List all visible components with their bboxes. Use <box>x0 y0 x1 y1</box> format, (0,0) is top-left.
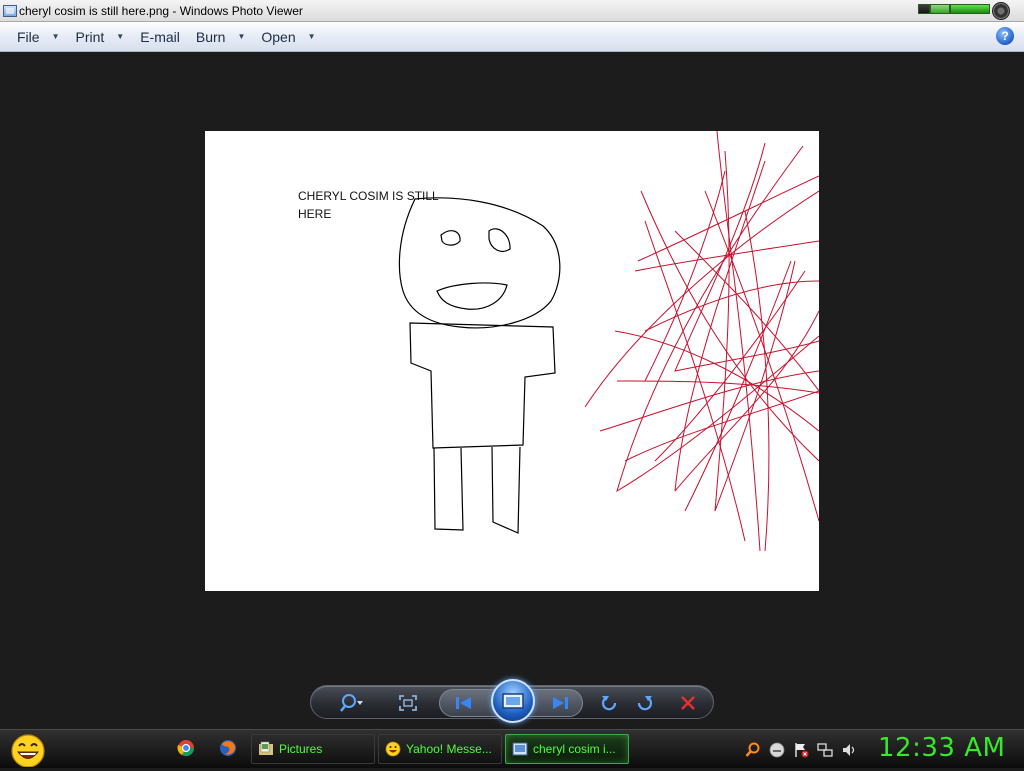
firefox-icon <box>220 740 236 756</box>
file-menu[interactable]: File ▼ <box>9 22 67 52</box>
email-menu[interactable]: E-mail <box>132 22 188 52</box>
photo-viewer-icon <box>512 742 528 756</box>
menu-bar: File ▼ Print ▼ E-mail Burn ▼ Open ▼ <box>0 22 1024 52</box>
image-caption-text: CHERYL COSIM IS STILL HERE <box>298 187 458 223</box>
zoom-button[interactable] <box>333 690 373 716</box>
delete-button[interactable] <box>673 690 703 716</box>
print-menu-label: Print <box>75 28 105 45</box>
print-menu[interactable]: Print ▼ <box>67 22 132 52</box>
burn-menu-label: Burn <box>195 28 226 45</box>
actual-size-button[interactable] <box>391 690 425 716</box>
slideshow-icon <box>502 693 524 709</box>
next-button[interactable] <box>543 690 577 716</box>
speaker-icon <box>843 744 855 756</box>
search-tray[interactable] <box>745 742 761 758</box>
taskbar-item-yahoo-messenger[interactable]: Yahoo! Messe... <box>378 734 502 764</box>
meter-segment <box>930 4 950 14</box>
photo-viewer-app-icon[interactable] <box>3 4 17 17</box>
zoom-icon <box>340 694 363 712</box>
red-scribble <box>584 131 819 552</box>
network-tray[interactable] <box>817 742 833 758</box>
flag-icon <box>795 743 809 758</box>
action-center-tray[interactable] <box>793 742 809 758</box>
meter-segment <box>950 4 990 14</box>
rotate-clockwise-button[interactable] <box>629 690 659 716</box>
start-button[interactable] <box>9 733 47 768</box>
file-menu-label: File <box>17 28 40 45</box>
previous-icon <box>456 697 471 709</box>
caption-line: HERE <box>298 207 332 221</box>
chrome-launcher[interactable] <box>177 739 195 757</box>
rotate-counterclockwise-icon <box>601 696 617 711</box>
yahoo-messenger-icon <box>385 741 401 757</box>
taskbar: Pictures Yahoo! Messe... cheryl cosim i.… <box>0 729 1024 768</box>
slideshow-button[interactable] <box>491 679 535 723</box>
messenger-status-tray[interactable] <box>769 742 785 758</box>
chevron-down-icon: ▼ <box>307 32 316 41</box>
image-viewing-area: CHERYL COSIM IS STILL HERE <box>0 53 1024 729</box>
gear-icon[interactable] <box>992 2 1010 20</box>
folder-pictures-icon <box>259 741 273 755</box>
window-title: cheryl cosim is still here.png - Windows… <box>19 3 303 18</box>
rotate-clockwise-icon <box>637 696 653 711</box>
meter-segment <box>918 4 930 14</box>
previous-button[interactable] <box>447 690 481 716</box>
displayed-image[interactable]: CHERYL COSIM IS STILL HERE <box>205 131 819 591</box>
network-icon <box>817 743 833 757</box>
viewer-controls <box>310 679 714 723</box>
taskbar-item-pictures[interactable]: Pictures <box>251 734 375 764</box>
chrome-icon <box>177 740 195 757</box>
taskbar-item-photo-viewer[interactable]: cheryl cosim i... <box>505 734 629 764</box>
help-button[interactable]: ? <box>996 27 1014 45</box>
delete-icon <box>681 696 695 710</box>
system-clock[interactable]: 12:33 AM <box>878 733 1005 763</box>
caption-line: CHERYL COSIM IS STILL <box>298 189 439 203</box>
window-controls <box>918 2 1010 20</box>
chevron-down-icon: ▼ <box>237 32 246 41</box>
chevron-down-icon: ▼ <box>116 32 125 41</box>
taskbar-item-label: Pictures <box>279 742 323 756</box>
burn-menu[interactable]: Burn ▼ <box>188 22 254 52</box>
chevron-down-icon: ▼ <box>51 32 60 41</box>
smiley-status-icon <box>769 742 785 758</box>
firefox-launcher[interactable] <box>219 739 237 757</box>
open-menu-label: Open <box>261 28 296 45</box>
search-icon <box>745 742 760 757</box>
taskbar-item-label: Yahoo! Messe... <box>406 742 492 756</box>
open-menu[interactable]: Open ▼ <box>253 22 323 52</box>
title-bar: cheryl cosim is still here.png - Windows… <box>0 0 1024 22</box>
next-icon <box>553 697 568 709</box>
rotate-counterclockwise-button[interactable] <box>595 690 625 716</box>
smiley-start-icon <box>11 734 45 768</box>
volume-tray[interactable] <box>841 742 857 758</box>
email-menu-label: E-mail <box>140 28 180 45</box>
taskbar-item-label: cheryl cosim i... <box>533 742 616 756</box>
actual-size-icon <box>399 695 417 711</box>
